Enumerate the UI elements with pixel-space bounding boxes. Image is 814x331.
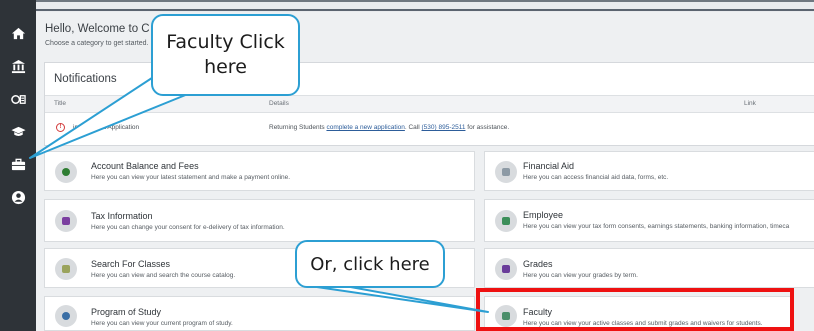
faculty-highlight-box — [476, 288, 794, 331]
page-title: Hello, Welcome to C — [45, 23, 150, 35]
details-text: . Call — [404, 124, 422, 131]
program-icon — [55, 305, 77, 327]
notifications-table-header: Title Details Link — [45, 95, 814, 113]
top-divider — [36, 9, 814, 11]
employee-icon — [495, 210, 517, 232]
catalog-icon — [55, 258, 77, 280]
notification-title: ing Student Application — [73, 124, 140, 131]
table-row: ! ing Student Application Returning Stud… — [45, 113, 814, 146]
callout-text: here — [204, 56, 247, 78]
details-text: for assistance. — [465, 124, 510, 131]
category-description: Here you can change your consent for e-d… — [91, 224, 285, 231]
category-employee[interactable]: Employee Here you can view your tax form… — [484, 199, 814, 242]
graduation-cap-icon[interactable] — [9, 122, 27, 140]
callout-text: Or, click here — [310, 253, 430, 275]
or-click-here-callout: Or, click here — [295, 240, 445, 288]
faculty-click-here-callout: Faculty Click here — [151, 14, 300, 96]
category-title: Tax Information — [91, 211, 153, 221]
tax-form-icon — [55, 210, 77, 232]
id-card-icon[interactable] — [9, 90, 27, 108]
category-title: Financial Aid — [523, 161, 575, 171]
category-title: Account Balance and Fees — [91, 161, 199, 171]
money-icon — [55, 161, 77, 183]
notification-details: Returning Students complete a new applic… — [269, 124, 509, 131]
phone-link[interactable]: (530) 895-2511 — [422, 124, 466, 131]
page-subtitle: Choose a category to get started. — [45, 40, 149, 47]
home-icon[interactable] — [9, 24, 27, 42]
category-grades[interactable]: Grades Here you can view your grades by … — [484, 248, 814, 288]
warning-icon: ! — [56, 123, 65, 132]
details-text: Returning Students — [269, 124, 327, 131]
category-title: Search For Classes — [91, 259, 171, 269]
category-description: Here you can view your tax form consents… — [523, 223, 790, 230]
category-description: Here you can view your grades by term. — [523, 272, 638, 279]
category-account-balance[interactable]: Account Balance and Fees Here you can vi… — [44, 151, 475, 191]
grades-icon — [495, 258, 517, 280]
category-title: Grades — [523, 259, 553, 269]
new-application-link[interactable]: complete a new application — [326, 124, 404, 131]
category-description: Here you can access financial aid data, … — [523, 174, 669, 181]
callout-text: Faculty Click — [166, 31, 285, 53]
column-header-details: Details — [269, 100, 289, 107]
category-program-of-study[interactable]: Program of Study Here you can view your … — [44, 296, 475, 331]
category-description: Here you can view your current program o… — [91, 320, 233, 327]
category-financial-aid[interactable]: Financial Aid Here you can access financ… — [484, 151, 814, 191]
notifications-title: Notifications — [54, 73, 117, 85]
financial-aid-icon — [495, 161, 517, 183]
column-header-title: Title — [54, 100, 67, 107]
category-tax-information[interactable]: Tax Information Here you can change your… — [44, 199, 475, 242]
category-title: Program of Study — [91, 307, 162, 317]
column-header-link: Link — [744, 100, 756, 107]
category-description: Here you can view your latest statement … — [91, 174, 291, 181]
sidebar — [0, 0, 36, 331]
category-title: Employee — [523, 210, 564, 220]
briefcase-icon[interactable] — [9, 155, 27, 173]
category-description: Here you can view and search the course … — [91, 272, 236, 279]
bank-icon[interactable] — [9, 57, 27, 75]
user-icon[interactable] — [9, 188, 27, 206]
